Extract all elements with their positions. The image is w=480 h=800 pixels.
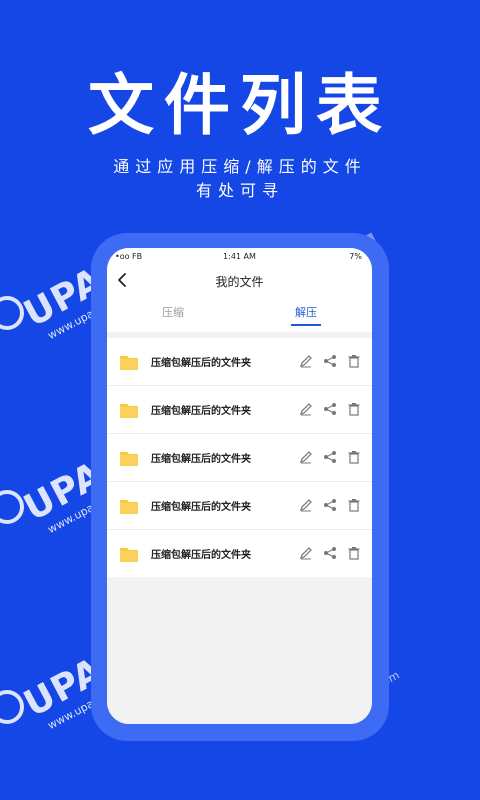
tab-extract[interactable]: 解压 [295, 304, 317, 320]
trash-icon[interactable] [347, 354, 361, 368]
hero-subtitle: 通过应用压缩/解压的文件 有处可寻 [0, 155, 480, 203]
folder-icon [120, 404, 138, 418]
trash-icon[interactable] [347, 450, 361, 464]
share-icon[interactable] [323, 498, 337, 512]
status-bar: •oo FB 1:41 AM 7% [107, 248, 372, 266]
folder-icon [120, 452, 138, 466]
pencil-icon[interactable] [299, 498, 313, 512]
list-item[interactable]: 压缩包解压后的文件夹 [107, 434, 372, 482]
share-icon[interactable] [323, 450, 337, 464]
list-item[interactable]: 压缩包解压后的文件夹 [107, 386, 372, 434]
hero-title: 文件列表 [88, 66, 392, 144]
file-name: 压缩包解压后的文件夹 [151, 550, 251, 561]
pencil-icon[interactable] [299, 546, 313, 560]
list-item[interactable]: 压缩包解压后的文件夹 [107, 530, 372, 577]
file-name: 压缩包解压后的文件夹 [151, 406, 251, 417]
file-name: 压缩包解压后的文件夹 [151, 502, 251, 513]
phone-screen: •oo FB 1:41 AM 7% 我的文件 压缩 解压 压缩包解压后的文件夹 [107, 248, 372, 724]
list-item[interactable]: 压缩包解压后的文件夹 [107, 338, 372, 386]
trash-icon[interactable] [347, 402, 361, 416]
pencil-icon[interactable] [299, 402, 313, 416]
file-list: 压缩包解压后的文件夹 压缩包解压后的文件夹 压缩包解压后的文件夹 压缩包解压后的… [107, 338, 372, 577]
watermark-logo [0, 296, 24, 330]
list-item[interactable]: 压缩包解压后的文件夹 [107, 482, 372, 530]
page-title: 我的文件 [215, 275, 264, 289]
share-icon[interactable] [323, 546, 337, 560]
tab-compress[interactable]: 压缩 [162, 304, 184, 320]
folder-icon [120, 548, 138, 562]
nav-bar: 我的文件 [107, 266, 372, 294]
tab-active-indicator [291, 324, 321, 326]
share-icon[interactable] [323, 354, 337, 368]
file-name: 压缩包解压后的文件夹 [151, 358, 251, 369]
trash-icon[interactable] [347, 546, 361, 560]
hero-subtitle-line1: 通过应用压缩/解压的文件 [113, 157, 367, 176]
hero-subtitle-line2: 有处可寻 [195, 181, 284, 200]
folder-icon [120, 500, 138, 514]
pencil-icon[interactable] [299, 354, 313, 368]
watermark-logo [0, 690, 24, 724]
tab-bar: 压缩 解压 [107, 294, 372, 332]
trash-icon[interactable] [347, 498, 361, 512]
status-battery: 7% [349, 252, 362, 261]
share-icon[interactable] [323, 402, 337, 416]
pencil-icon[interactable] [299, 450, 313, 464]
empty-area [107, 577, 372, 724]
status-time: 1:41 AM [223, 252, 256, 261]
file-name: 压缩包解压后的文件夹 [151, 454, 251, 465]
folder-icon [120, 356, 138, 370]
watermark-logo [0, 490, 24, 524]
